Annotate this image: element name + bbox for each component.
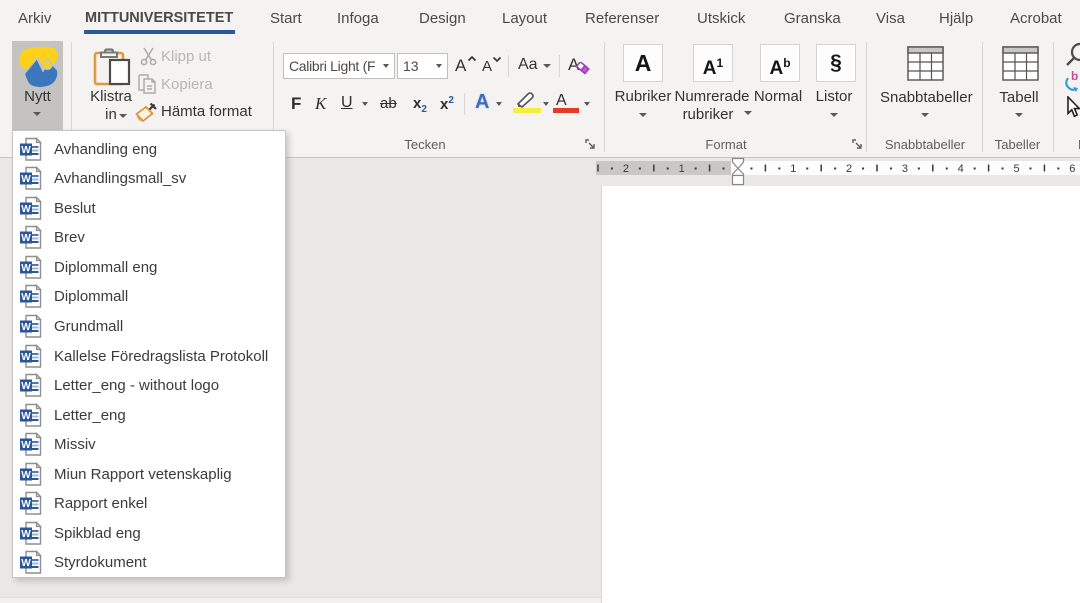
svg-text:1: 1 — [790, 163, 796, 175]
svg-text:b: b — [1071, 70, 1078, 83]
svg-text:W: W — [21, 263, 31, 274]
svg-text:2: 2 — [846, 163, 852, 175]
svg-text:5: 5 — [1013, 163, 1019, 175]
svg-text:W: W — [21, 470, 31, 481]
svg-text:2: 2 — [623, 163, 629, 175]
svg-text:W: W — [21, 440, 31, 451]
svg-text:W: W — [21, 322, 31, 333]
svg-text:3: 3 — [902, 163, 908, 175]
svg-text:W: W — [21, 233, 31, 244]
svg-text:W: W — [21, 292, 31, 303]
svg-text:W: W — [21, 558, 31, 569]
svg-text:W: W — [21, 529, 31, 540]
svg-text:4: 4 — [958, 163, 964, 175]
svg-text:W: W — [21, 381, 31, 392]
svg-text:W: W — [21, 411, 31, 422]
svg-text:6: 6 — [1069, 163, 1075, 175]
svg-text:W: W — [21, 204, 31, 215]
svg-text:W: W — [21, 145, 31, 156]
svg-text:W: W — [21, 499, 31, 510]
svg-text:1: 1 — [679, 163, 685, 175]
svg-text:W: W — [21, 352, 31, 363]
svg-text:W: W — [21, 174, 31, 185]
